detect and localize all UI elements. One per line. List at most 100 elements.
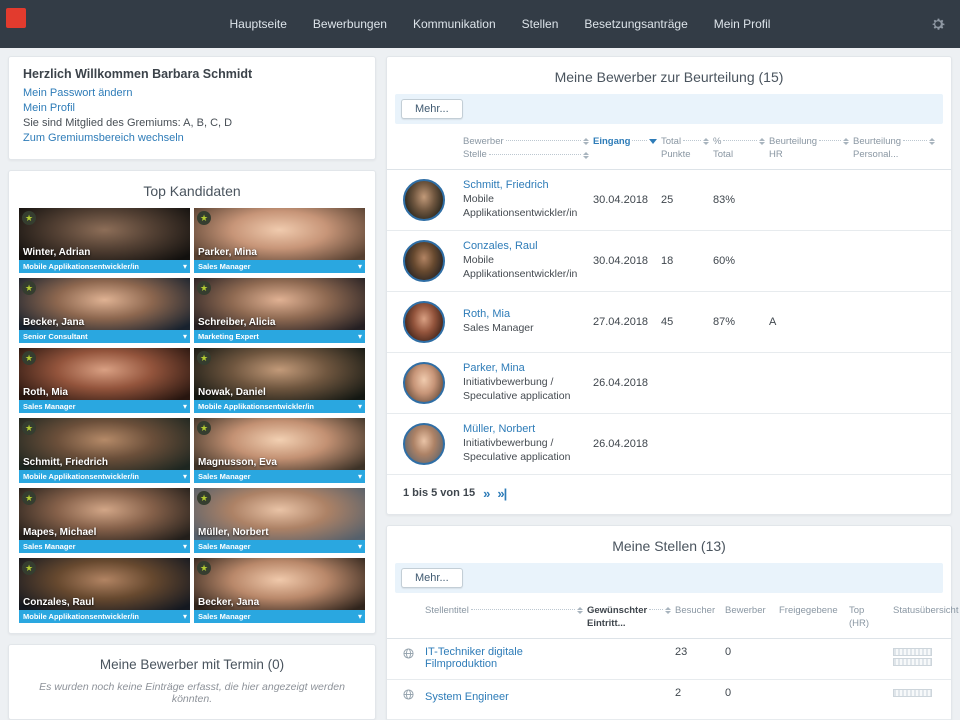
column-header-beurteilung-personal[interactable]: Beurteilung Personal... [853,136,935,161]
sort-desc-icon [577,610,583,614]
candidate-name: Parker, Mina [198,247,257,258]
candidate-role-dropdown[interactable]: Mobile Applikationsentwickler/in ▾ [19,260,190,273]
star-badge-icon: ★ [22,421,36,435]
candidate-photo[interactable]: ★ Conzales, Raul [19,558,190,610]
column-header-bewerber[interactable]: Bewerber [725,605,775,630]
candidate-photo[interactable]: ★ Schreiber, Alicia [194,278,365,330]
header-label: Freigegebene [779,604,838,616]
candidate-role-dropdown[interactable]: Mobile Applikationsentwickler/in ▾ [19,470,190,483]
pagination-label: 1 bis 5 von 15 [403,487,476,500]
status-overview-cell [893,687,935,699]
candidate-role-dropdown[interactable]: Sales Manager ▾ [194,540,365,553]
column-header-besucher[interactable]: Besucher [675,605,721,630]
star-badge-icon: ★ [197,491,211,505]
sort-icons[interactable] [577,606,583,614]
candidate-role-dropdown[interactable]: Mobile Applikationsentwickler/in ▾ [194,400,365,413]
sort-icons[interactable] [759,138,765,146]
welcome-card: Herzlich Willkommen Barbara Schmidt Mein… [8,56,376,160]
candidate-photo[interactable]: ★ Mapes, Michael [19,488,190,540]
avatar-cell [403,178,459,221]
applicant-avatar[interactable] [403,239,445,282]
status-bar [893,688,932,697]
applicant-name-link[interactable]: Conzales, Raul [463,240,538,252]
nav-item-kommunikation[interactable]: Kommunikation [413,17,496,31]
column-header-stellentitel[interactable]: Stellentitel [425,605,583,630]
applicant-name-link[interactable]: Roth, Mia [463,308,510,320]
sort-icons[interactable] [929,138,935,146]
header-label-2: HR [769,149,783,161]
applicant-name-link[interactable]: Müller, Norbert [463,423,535,435]
review-title: Meine Bewerber zur Beurteilung (15) [554,69,784,85]
nav-item-hauptseite[interactable]: Hauptseite [230,17,287,31]
candidate-role-dropdown[interactable]: Sales Manager ▾ [194,610,365,623]
switch-committee-link[interactable]: Zum Gremiumsbereich wechseln [23,132,361,144]
nav-item-mein-profil[interactable]: Mein Profil [714,17,771,31]
column-header-top-hr[interactable]: Top (HR) [849,605,889,630]
column-header-statusübersicht[interactable]: Statusübersicht [893,605,958,630]
header-line: Bewerber [725,605,775,616]
candidate-photo[interactable]: ★ Magnusson, Eva [194,418,365,470]
positions-toolbar: Mehr... [395,562,943,593]
position-title-link[interactable]: System Engineer [425,691,509,703]
settings-gear-icon[interactable] [930,16,946,32]
candidate-photo[interactable]: ★ Müller, Norbert [194,488,365,540]
sort-icons[interactable] [665,606,671,614]
candidate-photo[interactable]: ★ Parker, Mina [194,208,365,260]
candidate-photo[interactable]: ★ Becker, Jana [194,558,365,610]
column-header-total-punkte[interactable]: Total Punkte [661,136,709,161]
candidate-role-dropdown[interactable]: Mobile Applikationsentwickler/in ▾ [19,610,190,623]
candidate-photo[interactable]: ★ Winter, Adrian [19,208,190,260]
applicant-avatar[interactable] [403,178,445,221]
last-page-icon[interactable]: »| [497,487,507,500]
position-title-cell: IT-Techniker digitale Filmproduktion [425,646,583,672]
bewerber-cell: 0 [725,686,732,699]
candidate-role-dropdown[interactable]: Sales Manager ▾ [194,260,365,273]
sort-asc-icon [843,138,849,142]
candidate-photo[interactable]: ★ Roth, Mia [19,348,190,400]
nav-item-bewerbungen[interactable]: Bewerbungen [313,17,387,31]
nav-item-stellen[interactable]: Stellen [522,17,559,31]
applicant-avatar[interactable] [403,300,445,343]
column-header-total[interactable]: % Total [713,136,765,161]
column-header-beurteilung-hr[interactable]: Beurteilung HR [769,136,849,161]
sort-icons[interactable] [703,138,709,146]
next-page-icon[interactable]: » [483,487,490,500]
star-badge-icon: ★ [22,281,36,295]
change-password-link[interactable]: Mein Passwort ändern [23,87,361,99]
candidate-role-dropdown[interactable]: Marketing Expert ▾ [194,330,365,343]
app-logo[interactable] [6,8,26,28]
position-title-link[interactable]: IT-Techniker digitale Filmproduktion [425,646,583,670]
applicant-name-link[interactable]: Parker, Mina [463,362,525,374]
review-more-button[interactable]: Mehr... [401,99,463,119]
nav-item-besetzungsanträge[interactable]: Besetzungsanträge [584,17,687,31]
column-header-freigegebene[interactable]: Freigegebene [779,605,845,630]
dotted-leader [723,140,757,142]
applicant-avatar[interactable] [403,422,445,465]
sort-icons[interactable] [583,138,589,146]
candidate-photo[interactable]: ★ Schmitt, Friedrich [19,418,190,470]
candidate-role-dropdown[interactable]: Sales Manager ▾ [19,540,190,553]
candidate-role-label: Mobile Applikationsentwickler/in [23,472,139,481]
column-header-eingang[interactable]: Eingang [593,136,657,161]
sort-icons[interactable] [649,139,657,145]
candidate-photo[interactable]: ★ Becker, Jana [19,278,190,330]
applicant-avatar[interactable] [403,361,445,404]
candidate-tile-roth-mia: ★ Roth, Mia Sales Manager ▾ [19,348,190,413]
candidate-role-dropdown[interactable]: Senior Consultant ▾ [19,330,190,343]
sort-icons[interactable] [843,138,849,146]
total-punkte-cell: 45 [661,315,674,328]
sort-icons[interactable] [583,151,589,159]
percent-total-cell: 87% [713,315,736,328]
applicant-name-link[interactable]: Schmitt, Friedrich [463,179,549,191]
sort-desc-icon [843,142,849,146]
candidate-name: Nowak, Daniel [198,387,266,398]
candidate-role-dropdown[interactable]: Sales Manager ▾ [19,400,190,413]
column-header-bewerber-stelle[interactable]: Bewerber Stelle [463,136,589,161]
column-header-gewünschter-eintritt[interactable]: Gewünschter Eintritt... [587,605,671,630]
header-line: Beurteilung [853,136,935,147]
candidate-role-dropdown[interactable]: Sales Manager ▾ [194,470,365,483]
positions-more-button[interactable]: Mehr... [401,567,463,588]
candidate-photo[interactable]: ★ Nowak, Daniel [194,348,365,400]
header-line: Statusübersicht [893,605,958,616]
my-profile-link[interactable]: Mein Profil [23,102,361,114]
